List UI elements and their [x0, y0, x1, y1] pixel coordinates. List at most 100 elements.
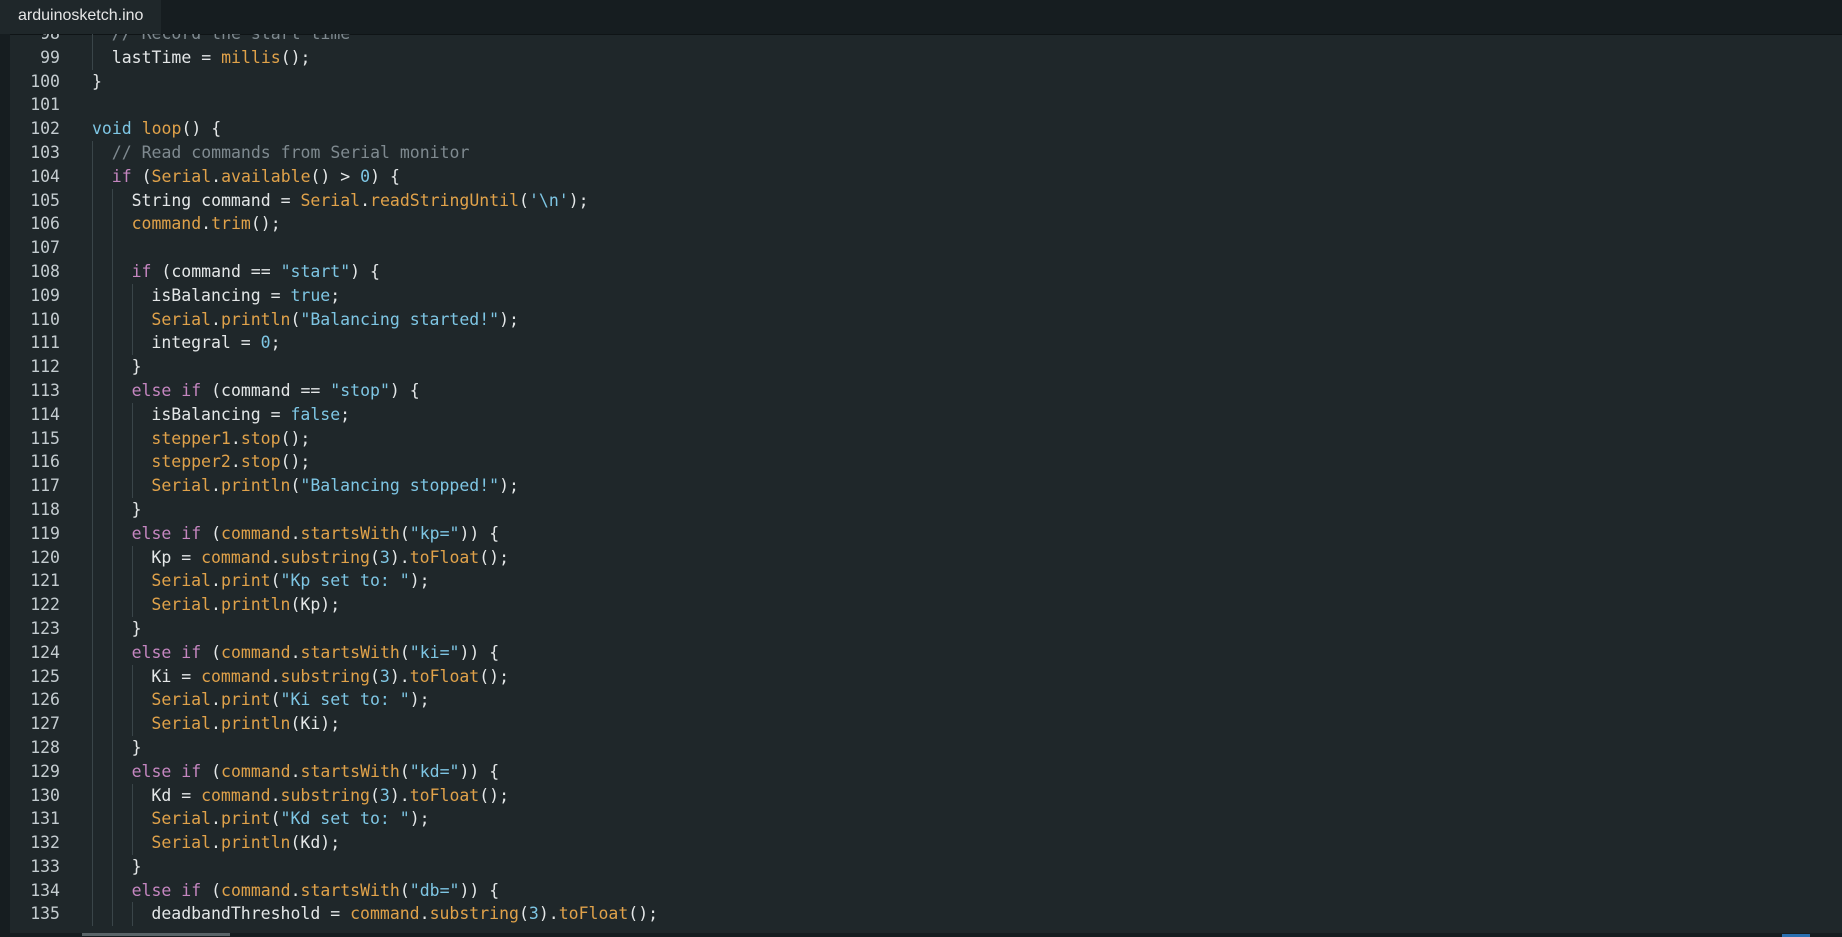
code-token: ).	[389, 666, 410, 686]
code-line[interactable]: 123}	[0, 616, 1842, 641]
code-line[interactable]: 117 Serial.println("Balancing stopped!");	[0, 474, 1842, 498]
code-token: (Kd);	[290, 833, 341, 853]
code-token: (command ==	[201, 380, 331, 400]
code-line[interactable]: 128}	[0, 735, 1842, 760]
editor-pane[interactable]: 98 // Record the start time 99 lastTime = m…	[0, 34, 1842, 933]
code-line[interactable]: 120 Kp = command.substring(3).toFloat();	[0, 545, 1842, 570]
code-token: Serial	[151, 690, 211, 710]
code-line[interactable]: 118}	[0, 497, 1842, 522]
code-line[interactable]: 125 Ki = command.substring(3).toFloat();	[0, 664, 1842, 689]
code-token: println	[220, 309, 291, 329]
code-line[interactable]: 101	[0, 93, 1842, 117]
code-line[interactable]: 112}	[0, 355, 1842, 379]
indent-guide	[92, 164, 93, 189]
code-token: }	[92, 71, 102, 91]
code-line[interactable]: 98 // Record the start time	[0, 34, 1842, 46]
code-line[interactable]: 110 Serial.println("Balancing started!");	[0, 307, 1842, 332]
indent-guide	[92, 355, 93, 379]
code-token: ();	[479, 785, 510, 805]
code-token: lastTime =	[111, 47, 222, 67]
code-line[interactable]: 122 Serial.println(Kp);	[0, 593, 1842, 617]
code-line[interactable]: 114 isBalancing = false;	[0, 402, 1842, 427]
code-token: command	[221, 523, 291, 543]
horizontal-scrollbar-thumb[interactable]	[82, 933, 230, 936]
indent-guide	[131, 807, 133, 832]
code-line[interactable]: 109 isBalancing = true;	[0, 283, 1842, 308]
code-line[interactable]: 104 if (Serial.available() > 0) {	[0, 164, 1842, 189]
tab-bar: arduinosketch.ino	[0, 0, 1842, 35]
indent-guide	[92, 283, 93, 308]
code-line[interactable]: 102 void loop() {	[0, 117, 1842, 141]
code-line[interactable]: 135 deadbandThreshold = command.substring…	[0, 902, 1842, 927]
code-line[interactable]: 108 if (command == "start") {	[0, 259, 1842, 284]
indent-guide	[111, 426, 113, 451]
code-line[interactable]: 121 Serial.print("Kp set to: ");	[0, 569, 1842, 594]
code-line[interactable]: 129 else if (command.startsWith("kd=")) {	[0, 759, 1842, 784]
code-line[interactable]: 124 else if (command.startsWith("ki=")) {	[0, 640, 1842, 665]
code-line[interactable]: 100}	[0, 70, 1842, 94]
code-line[interactable]: 127 Serial.println(Ki);	[0, 712, 1842, 736]
code-token: trim	[211, 214, 251, 234]
code-token: println	[220, 595, 291, 615]
code-token: );	[409, 809, 430, 829]
code-token: toFloat	[409, 666, 480, 686]
line-number: 103	[30, 142, 60, 162]
code-text: }	[132, 855, 142, 879]
code-token: substring	[280, 785, 370, 805]
code-token: (	[290, 476, 301, 496]
indent-guide	[92, 616, 93, 641]
tab-arduinosketch[interactable]: arduinosketch.ino	[0, 0, 162, 34]
code-line[interactable]: 133}	[0, 854, 1842, 879]
code-token: Serial	[151, 809, 211, 829]
code-line[interactable]: 105 String command = Serial.readStringUnt…	[0, 188, 1842, 213]
line-number: 126	[30, 690, 60, 710]
code-token: println	[220, 833, 291, 853]
code-token: "Balancing started!"	[300, 309, 500, 329]
code-line[interactable]: 130 Kd = command.substring(3).toFloat();	[0, 783, 1842, 808]
horizontal-scrollbar-track[interactable]	[0, 933, 1842, 937]
code-token: (	[201, 523, 222, 543]
line-number: 115	[30, 428, 60, 448]
indent-guide	[111, 759, 113, 784]
code-line[interactable]: 119 else if (command.startsWith("kp=")) {	[0, 521, 1842, 546]
code-token: }	[131, 618, 142, 638]
code-token: Serial	[151, 166, 212, 186]
code-text: isBalancing = true;	[151, 284, 340, 308]
code-token: (	[270, 809, 281, 829]
indent-guide	[92, 331, 93, 356]
code-line[interactable]: 115 stepper1.stop();	[0, 426, 1842, 451]
code-line[interactable]: 116 stepper2.stop();	[0, 450, 1842, 475]
code-line[interactable]: 106 command.trim();	[0, 212, 1842, 237]
code-token: .	[270, 666, 281, 686]
code-token: command	[221, 642, 291, 662]
code-token: "Ki set to: "	[280, 690, 410, 710]
indent-guide	[92, 212, 93, 237]
line-number: 131	[30, 809, 60, 829]
code-token: Kd =	[151, 785, 202, 805]
code-text: deadbandThreshold = command.substring(3)…	[151, 902, 658, 926]
code-line[interactable]: 132 Serial.println(Kd);	[0, 831, 1842, 855]
code-line[interactable]: 107	[0, 236, 1842, 260]
code-token: .	[230, 428, 241, 448]
indent-guide	[92, 426, 93, 451]
indent-guide	[131, 450, 133, 475]
code-token: ();	[479, 547, 510, 567]
indent-guide	[131, 545, 133, 570]
code-token: print	[220, 809, 271, 829]
line-number: 106	[30, 214, 60, 234]
code-line[interactable]: 134 else if (command.startsWith("db=")) {	[0, 878, 1842, 903]
code-token: .	[360, 190, 371, 210]
indent-guide	[131, 283, 133, 308]
code-line[interactable]: 99 lastTime = millis();	[0, 45, 1842, 70]
code-line[interactable]: 103 // Read commands from Serial monitor	[0, 140, 1842, 165]
code-line[interactable]: 113 else if (command == "stop") {	[0, 378, 1842, 403]
indent-guide	[92, 640, 93, 665]
line-number: 98	[10, 34, 60, 46]
code-token: isBalancing =	[151, 404, 291, 424]
code-line[interactable]: 111 integral = 0;	[0, 331, 1842, 356]
code-text: Serial.println(Kd);	[151, 831, 340, 855]
code-token: }	[131, 357, 142, 377]
code-token: .	[211, 714, 221, 734]
code-line[interactable]: 131 Serial.print("Kd set to: ");	[0, 807, 1842, 832]
code-line[interactable]: 126 Serial.print("Ki set to: ");	[0, 688, 1842, 713]
